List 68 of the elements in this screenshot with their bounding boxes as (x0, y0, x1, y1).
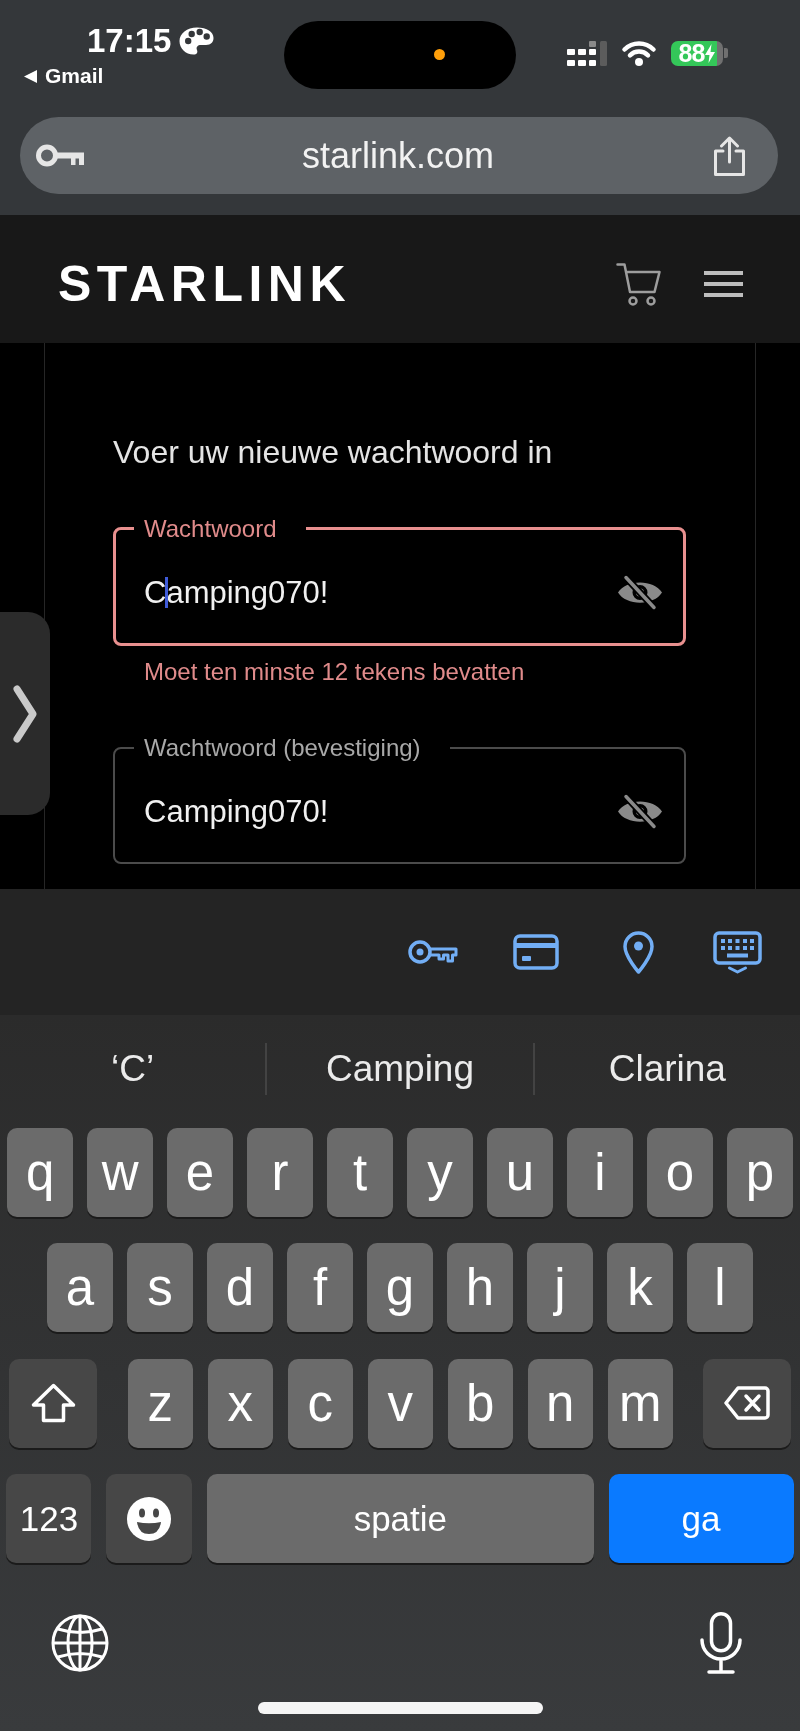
eye-slash-icon[interactable] (617, 793, 663, 830)
letter-key[interactable]: f (287, 1243, 353, 1332)
credit-card-icon[interactable] (513, 934, 559, 970)
menu-icon[interactable] (704, 271, 743, 297)
cart-icon[interactable] (616, 262, 661, 306)
microphone-icon[interactable] (699, 1612, 743, 1674)
suggestion[interactable]: Camping (267, 1047, 533, 1091)
letter-key[interactable]: l (687, 1243, 753, 1332)
smiley-icon (127, 1496, 172, 1541)
drawer-tab[interactable] (0, 612, 50, 815)
site-logo[interactable]: STARLINK (58, 255, 352, 313)
go-key[interactable]: ga (608, 1474, 794, 1563)
wifi-icon (621, 40, 657, 66)
battery-percentage: 88 (678, 40, 705, 66)
emoji-key[interactable] (106, 1474, 193, 1563)
letter-key[interactable]: t (327, 1127, 393, 1217)
instruction-text: Voer uw nieuwe wachtwoord in (113, 434, 554, 471)
key-icon[interactable] (36, 143, 84, 168)
letter-key[interactable]: o (647, 1127, 713, 1217)
letter-key[interactable]: s (127, 1243, 193, 1332)
cellular-signal-icon (567, 40, 607, 66)
letter-key[interactable]: w (87, 1127, 153, 1217)
letter-key[interactable]: r (247, 1127, 313, 1217)
letter-key[interactable]: u (487, 1127, 553, 1217)
field-label: Wachtwoord (143, 515, 278, 542)
globe-icon[interactable] (51, 1614, 109, 1672)
letter-key[interactable]: i (567, 1127, 633, 1217)
space-key[interactable]: spatie (206, 1474, 594, 1563)
letter-key[interactable]: h (447, 1243, 513, 1332)
suggestion[interactable]: ‘C’ (0, 1047, 266, 1091)
letter-key[interactable]: x (207, 1358, 273, 1448)
letter-key[interactable]: p (727, 1127, 793, 1217)
letter-key[interactable]: v (367, 1358, 433, 1448)
status-time: 17:15 (87, 22, 172, 60)
status-dot-icon (434, 49, 445, 60)
letter-key[interactable]: e (167, 1127, 233, 1217)
backspace-key[interactable] (703, 1358, 791, 1448)
letter-key[interactable]: z (127, 1358, 193, 1448)
shift-key[interactable] (9, 1358, 98, 1448)
url-text: starlink.com (300, 134, 495, 177)
error-message: Moet ten minste 12 tekens bevatten (143, 658, 526, 685)
back-icon[interactable] (24, 69, 37, 83)
letter-key[interactable]: m (607, 1358, 673, 1448)
letter-key[interactable]: c (287, 1358, 353, 1448)
eye-slash-icon[interactable] (617, 574, 663, 611)
letter-key[interactable]: y (407, 1127, 473, 1217)
chevron-right-icon (13, 684, 37, 743)
letter-key[interactable]: n (527, 1358, 593, 1448)
letter-key[interactable]: d (207, 1243, 273, 1332)
keyboard-icon[interactable] (713, 930, 762, 974)
palette-icon (179, 27, 215, 55)
shift-icon (30, 1383, 76, 1423)
letter-key[interactable]: g (367, 1243, 433, 1332)
letter-key[interactable]: a (47, 1243, 113, 1332)
backspace-icon (724, 1386, 770, 1420)
letter-key[interactable]: b (447, 1358, 513, 1448)
key-icon[interactable] (408, 938, 458, 966)
numbers-key[interactable]: 123 (6, 1474, 92, 1563)
field-value: Camping070! (143, 793, 330, 830)
address-bar[interactable]: starlink.com (20, 117, 778, 194)
letter-key[interactable]: q (7, 1127, 73, 1217)
letter-key[interactable]: j (527, 1243, 593, 1332)
back-app-link[interactable]: Gmail (45, 64, 104, 88)
field-label: Wachtwoord (bevestiging) (143, 734, 422, 761)
suggestion[interactable]: Clarina (534, 1047, 800, 1091)
share-icon[interactable] (712, 135, 747, 176)
map-pin-icon[interactable] (623, 930, 654, 974)
letter-key[interactable]: k (607, 1243, 673, 1332)
